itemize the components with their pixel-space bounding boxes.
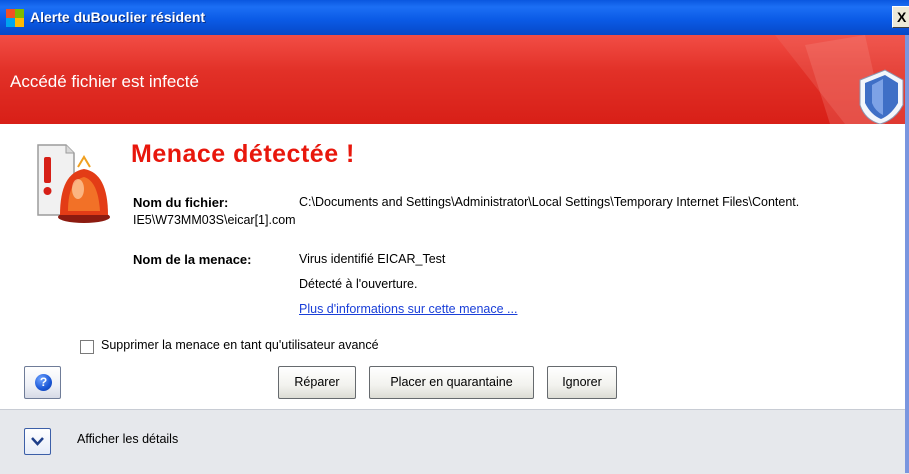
- title-bar[interactable]: Alerte duBouclier résident X: [0, 0, 909, 35]
- avg-logo-icon: [6, 9, 24, 27]
- close-button[interactable]: X: [892, 6, 909, 28]
- repair-button[interactable]: Réparer: [278, 366, 356, 399]
- more-info-link[interactable]: Plus d'informations sur cette menace ...: [299, 302, 517, 316]
- file-path-line-2: IE5\W73MM03S\eicar[1].com: [133, 213, 296, 227]
- file-name-label: Nom du fichier:: [133, 195, 229, 210]
- details-footer: Afficher les détails: [0, 409, 909, 474]
- shield-icon: [775, 35, 909, 124]
- advanced-user-checkbox-label[interactable]: Supprimer la menace en tant qu'utilisate…: [101, 338, 379, 352]
- window-title: Alerte duBouclier résident: [30, 9, 206, 25]
- threat-title: Menace détectée !: [131, 140, 355, 168]
- warning-siren-icon: [37, 144, 110, 223]
- header-title: Accédé fichier est infecté: [10, 72, 199, 91]
- help-icon: ?: [35, 374, 52, 391]
- threat-name-value: Virus identifié EICAR_Test: [299, 252, 446, 266]
- advanced-user-checkbox[interactable]: [80, 340, 94, 354]
- chevron-down-icon: [31, 437, 44, 446]
- quarantine-button[interactable]: Placer en quarantaine: [369, 366, 534, 399]
- expand-details-button[interactable]: [24, 428, 51, 455]
- threat-name-label: Nom de la menace:: [133, 252, 252, 267]
- help-button[interactable]: ?: [24, 366, 61, 399]
- show-details-label[interactable]: Afficher les détails: [77, 432, 178, 446]
- file-path-line-1: C:\Documents and Settings\Administrator\…: [299, 195, 800, 209]
- ignore-button[interactable]: Ignorer: [547, 366, 617, 399]
- alert-header: Accédé fichier est infecté: [0, 35, 909, 124]
- alert-dialog: Alerte duBouclier résident X Accédé fich…: [0, 0, 909, 474]
- window-border: [905, 35, 909, 473]
- detection-context: Détecté à l'ouverture.: [299, 277, 418, 291]
